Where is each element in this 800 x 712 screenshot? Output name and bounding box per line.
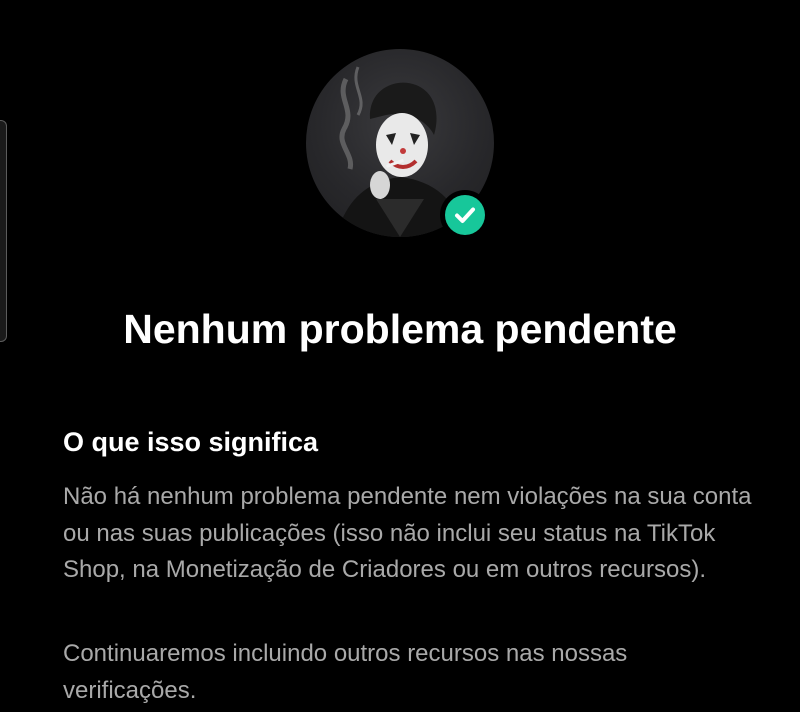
verified-badge	[440, 190, 490, 240]
section-heading: O que isso significa	[63, 427, 319, 457]
status-title: Nenhum problema pendente	[123, 306, 677, 352]
profile-avatar-container	[306, 49, 494, 240]
info-paragraph-1: Não há nenhum problema pendente nem viol…	[63, 483, 752, 583]
info-paragraph-2: Continuaremos incluindo outros recursos …	[63, 640, 628, 704]
check-icon	[445, 195, 485, 235]
